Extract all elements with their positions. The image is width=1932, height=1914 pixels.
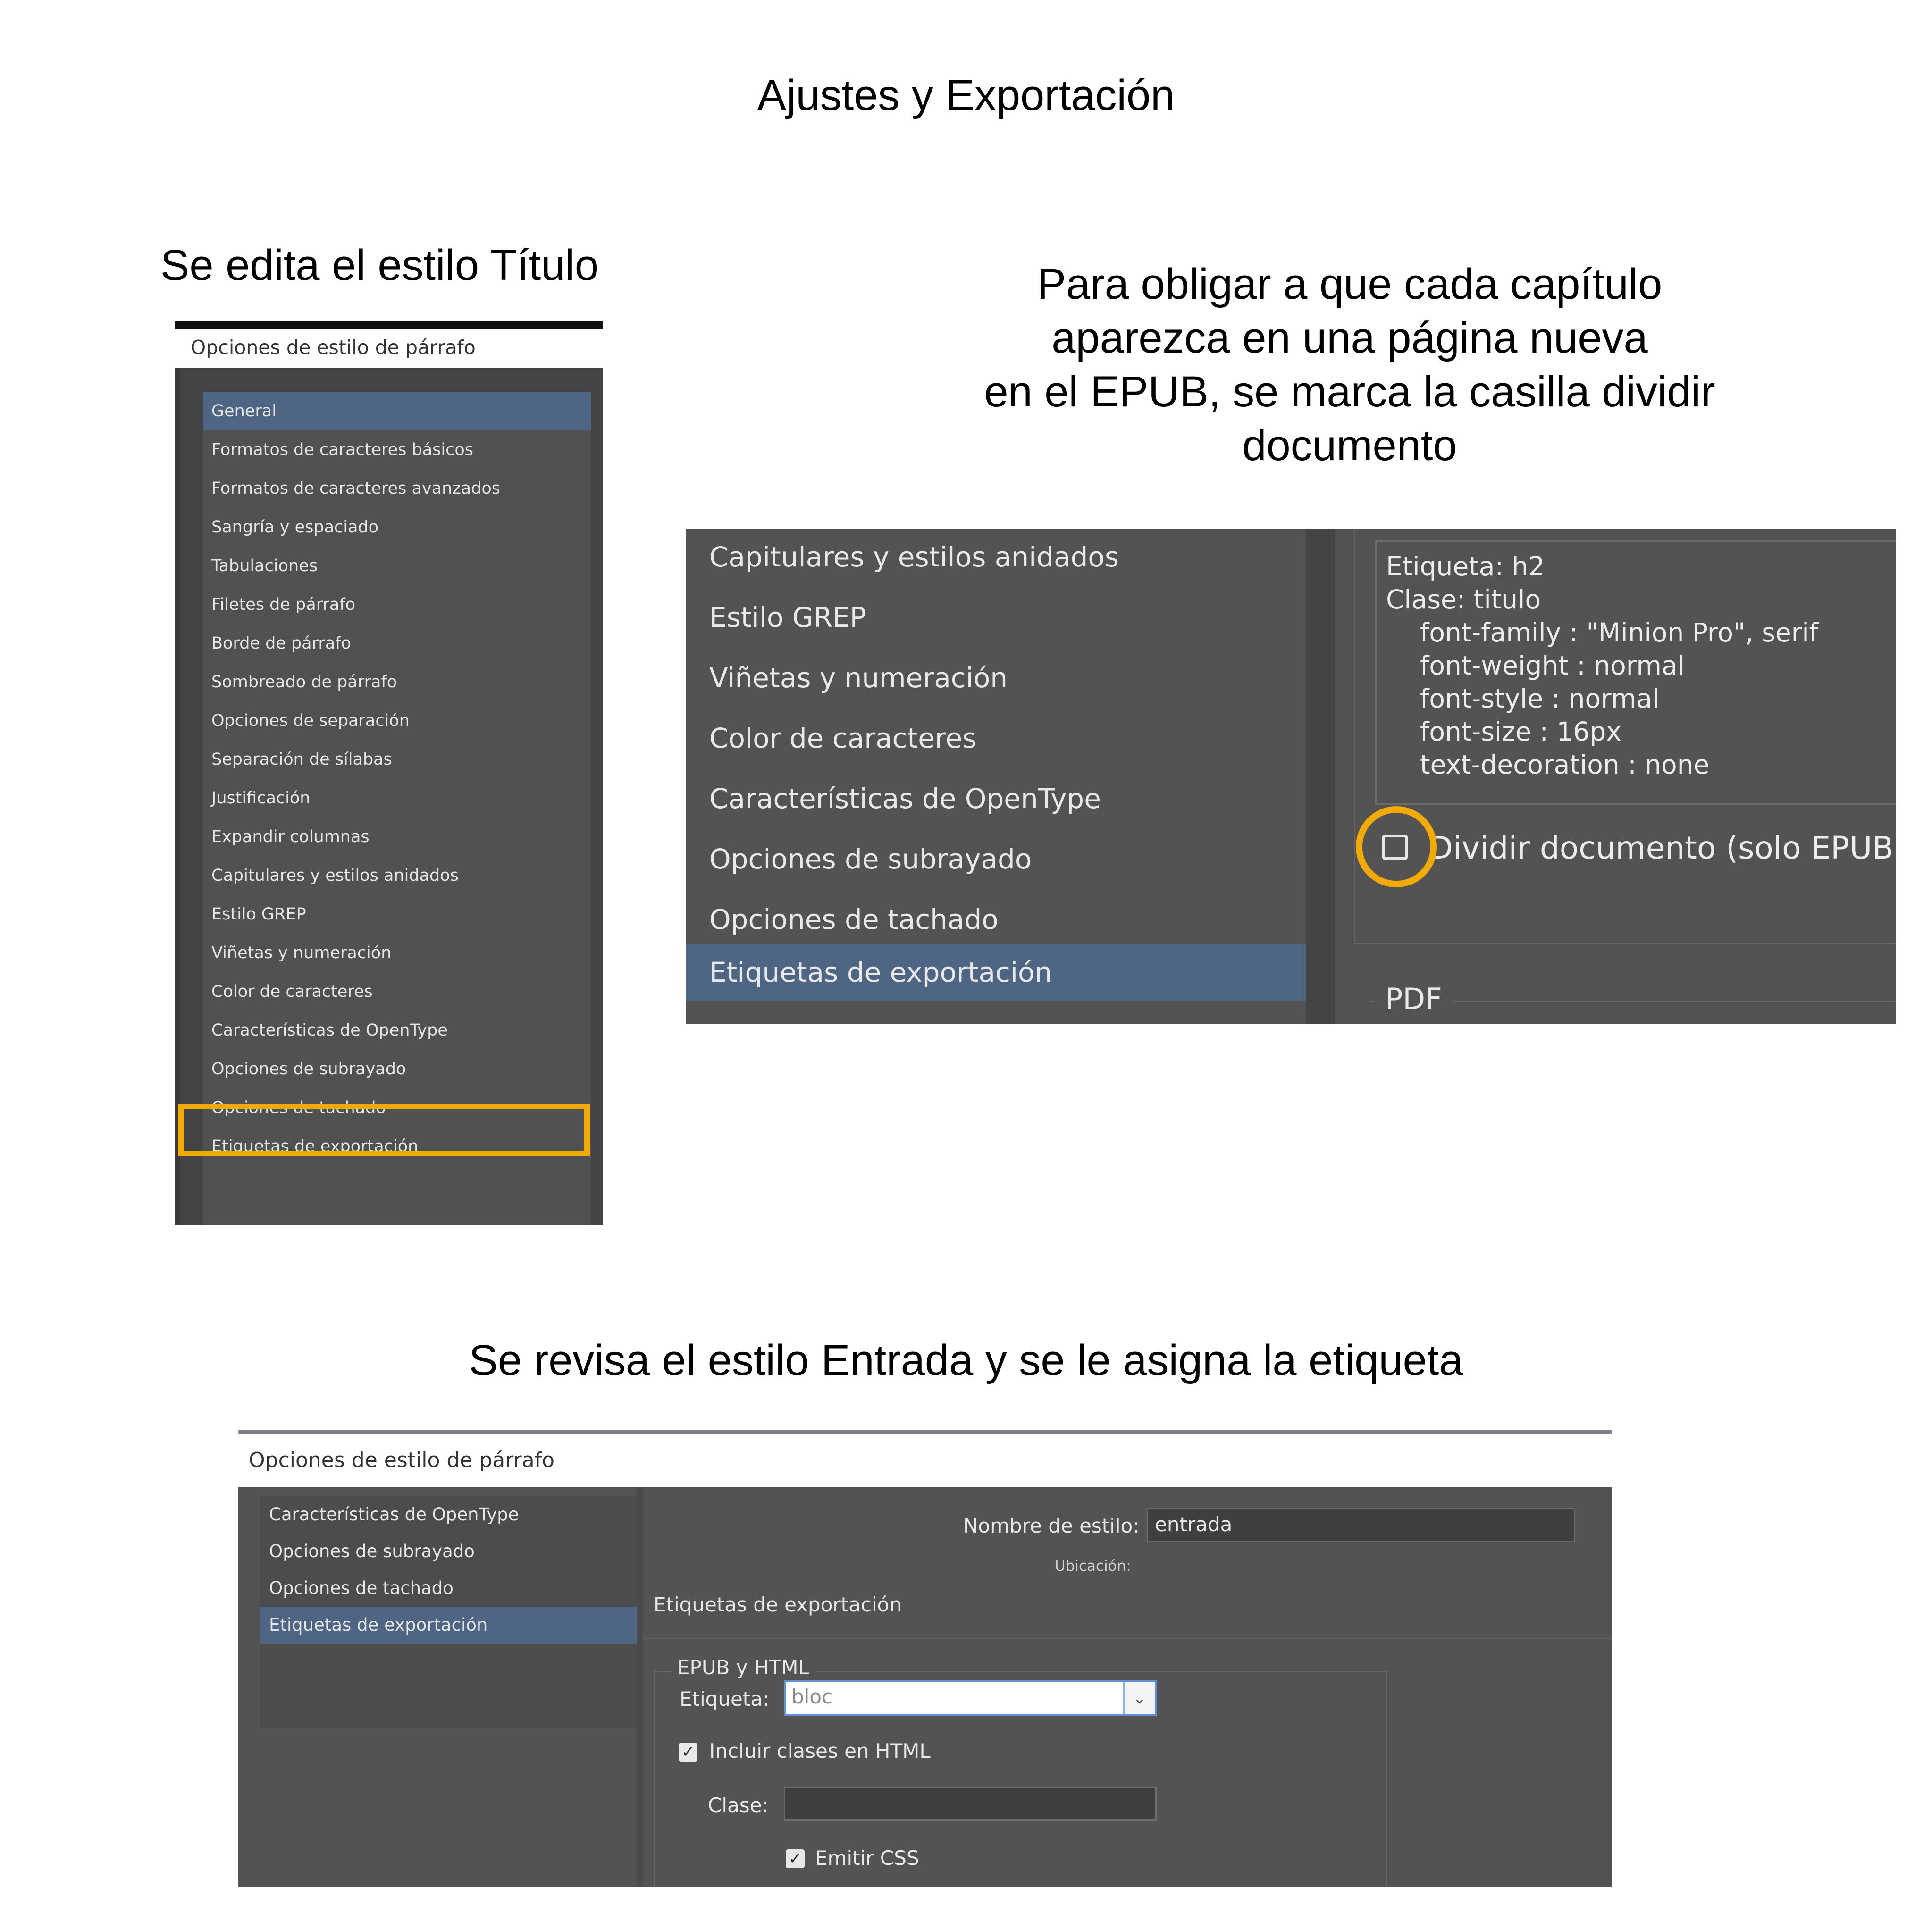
- tag-select-value: bloc: [791, 1685, 833, 1708]
- category-item[interactable]: Sangría y espaciado: [203, 508, 591, 547]
- category-item[interactable]: Opciones de tachado: [686, 891, 1306, 948]
- caption-entry-style: Se revisa el estilo Entrada y se le asig…: [469, 1336, 1463, 1384]
- category-item[interactable]: Color de caracteres: [686, 710, 1306, 767]
- category-item-export-tags[interactable]: Etiquetas de exportación: [686, 944, 1306, 1001]
- category-item[interactable]: Borde de párrafo: [203, 624, 591, 663]
- style-name-input[interactable]: entrada: [1147, 1508, 1575, 1542]
- category-item[interactable]: Separación de sílabas: [203, 740, 591, 779]
- category-item[interactable]: Viñetas y numeración: [686, 649, 1306, 706]
- category-item-export-tags[interactable]: Etiquetas de exportación: [260, 1607, 637, 1644]
- css-line: font-size : 16px: [1420, 717, 1621, 747]
- tag-label: Etiqueta:: [680, 1687, 770, 1711]
- category-item[interactable]: Filetes de párrafo: [203, 585, 591, 624]
- category-item[interactable]: Opciones de subrayado: [203, 1050, 591, 1088]
- split-document-label: Dividir documento (solo EPUB): [1429, 830, 1896, 866]
- category-item[interactable]: Formatos de caracteres básicos: [203, 430, 591, 469]
- category-list: General Formatos de caracteres básicos F…: [203, 392, 591, 1225]
- caption-split-document: Para obligar a que cada capítulo aparezc…: [939, 257, 1760, 472]
- entrada-style-dialog: Opciones de estilo de párrafo Caracterís…: [238, 1430, 1612, 1887]
- category-item[interactable]: Viñetas y numeración: [203, 934, 591, 972]
- css-line: font-style : normal: [1420, 683, 1660, 714]
- caption-line: en el EPUB, se marca la casilla dividir: [984, 368, 1715, 416]
- dialog-left-edge: [175, 368, 180, 1225]
- location-label: Ubicación:: [1055, 1558, 1131, 1575]
- paragraph-style-dialog-title: Opciones de estilo de párrafo General Fo…: [175, 321, 603, 1225]
- category-item[interactable]: Opciones de subrayado: [260, 1533, 637, 1570]
- chevron-down-icon[interactable]: ⌄: [1123, 1682, 1155, 1714]
- category-item[interactable]: Tabulaciones: [203, 547, 591, 585]
- category-item[interactable]: Sombreado de párrafo: [203, 663, 591, 701]
- window-top-bar: [175, 321, 603, 329]
- export-settings: Etiqueta: h2 Clase: titulo font-family :…: [1335, 529, 1896, 1024]
- category-item[interactable]: Opciones de subrayado: [686, 831, 1306, 887]
- dialog-titlebar: Opciones de estilo de párrafo: [175, 329, 603, 368]
- category-item[interactable]: Estilo GREP: [203, 895, 591, 934]
- dialog-titlebar: Opciones de estilo de párrafo: [238, 1434, 1612, 1487]
- include-classes-label: Incluir clases en HTML: [709, 1739, 931, 1762]
- css-line: text-decoration : none: [1420, 750, 1710, 780]
- pdf-group-title: PDF: [1375, 982, 1453, 1016]
- class-input[interactable]: [784, 1787, 1157, 1821]
- class-label: Clase:: [708, 1794, 769, 1817]
- category-item[interactable]: Color de caracteres: [203, 972, 591, 1011]
- category-item[interactable]: Características de OpenType: [260, 1496, 637, 1533]
- dialog-title: Opciones de estilo de párrafo: [249, 1448, 555, 1472]
- category-item[interactable]: Formatos de caracteres avanzados: [203, 469, 591, 508]
- dialog-title: Opciones de estilo de párrafo: [191, 336, 476, 359]
- category-item[interactable]: Características de OpenType: [686, 770, 1306, 827]
- tag-select[interactable]: bloc ⌄: [784, 1680, 1157, 1716]
- category-item[interactable]: Capitulares y estilos anidados: [203, 856, 591, 895]
- highlight-circle: [1356, 806, 1437, 887]
- caption-line: aparezca en una página nueva: [1051, 314, 1648, 362]
- emit-css-label: Emitir CSS: [815, 1847, 919, 1870]
- css-line: Etiqueta: h2: [1386, 551, 1545, 582]
- highlight-box: [178, 1104, 590, 1156]
- section-title: Etiquetas de exportación: [654, 1593, 902, 1616]
- css-line: Clase: titulo: [1386, 584, 1541, 615]
- section-divider: [643, 1638, 1612, 1639]
- category-item[interactable]: Características de OpenType: [203, 1011, 591, 1050]
- caption-line: Para obligar a que cada capítulo: [1037, 260, 1663, 308]
- caption-edit-title-style: Se edita el estilo Título: [160, 241, 599, 289]
- category-list: Características de OpenType Opciones de …: [260, 1496, 637, 1728]
- epub-html-group-title: EPUB y HTML: [672, 1656, 815, 1679]
- category-item[interactable]: Justificación: [203, 779, 591, 818]
- css-preview-box: Etiqueta: h2 Clase: titulo font-family :…: [1375, 540, 1896, 805]
- category-item[interactable]: Estilo GREP: [686, 589, 1306, 646]
- category-item[interactable]: Opciones de tachado: [260, 1570, 637, 1607]
- category-list: Capitulares y estilos anidados Estilo GR…: [686, 529, 1306, 1024]
- css-line: font-family : "Minion Pro", serif: [1420, 617, 1818, 648]
- include-classes-checkbox[interactable]: ✓: [679, 1743, 697, 1762]
- main-title: Ajustes y Exportación: [757, 71, 1175, 119]
- css-line: font-weight : normal: [1420, 650, 1685, 681]
- window-top-bar: [238, 1430, 1612, 1434]
- category-item[interactable]: Expandir columnas: [203, 818, 591, 856]
- caption-line: documento: [1242, 422, 1457, 470]
- category-item[interactable]: Capitulares y estilos anidados: [686, 529, 1306, 585]
- style-name-label: Nombre de estilo:: [963, 1514, 1140, 1537]
- panel-divider: [637, 1487, 643, 1887]
- export-tags-panel: Capitulares y estilos anidados Estilo GR…: [686, 529, 1896, 1024]
- category-item[interactable]: Opciones de separación: [203, 701, 591, 740]
- panel-divider: [1306, 529, 1335, 1024]
- emit-css-checkbox[interactable]: ✓: [786, 1849, 805, 1868]
- category-item-general[interactable]: General: [203, 392, 591, 430]
